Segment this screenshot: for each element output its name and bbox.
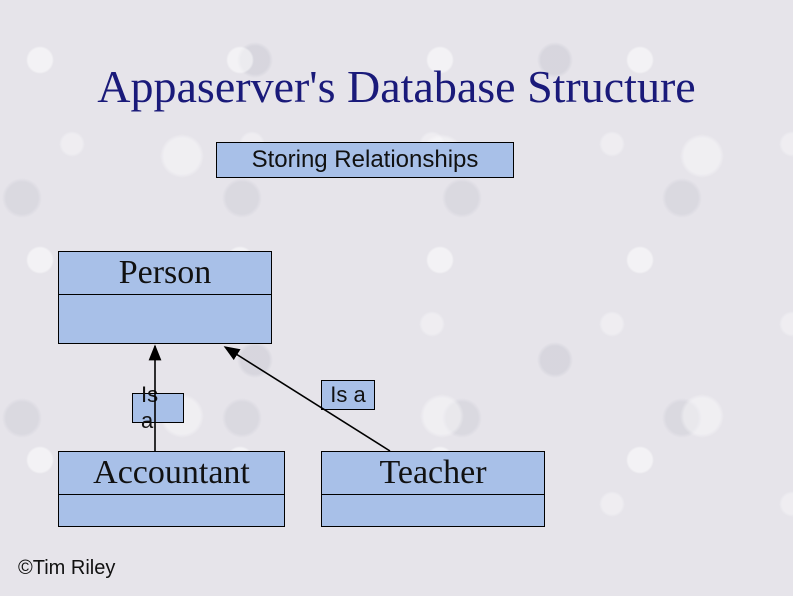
relationship-accountant-person-label: Is a [141,382,175,434]
slide-title: Appaserver's Database Structure [0,60,793,113]
entity-person: Person [58,251,272,344]
relationship-accountant-person: Is a [132,393,184,423]
subtitle-box: Storing Relationships [216,142,514,178]
entity-person-label: Person [59,252,271,295]
relationship-teacher-person: Is a [321,380,375,410]
entity-teacher: Teacher [321,451,545,527]
relationship-teacher-person-label: Is a [330,382,365,408]
entity-accountant-label: Accountant [59,452,284,495]
copyright: ©Tim Riley [18,557,115,580]
subtitle-text: Storing Relationships [252,146,479,174]
entity-accountant: Accountant [58,451,285,527]
entity-teacher-label: Teacher [322,452,544,495]
